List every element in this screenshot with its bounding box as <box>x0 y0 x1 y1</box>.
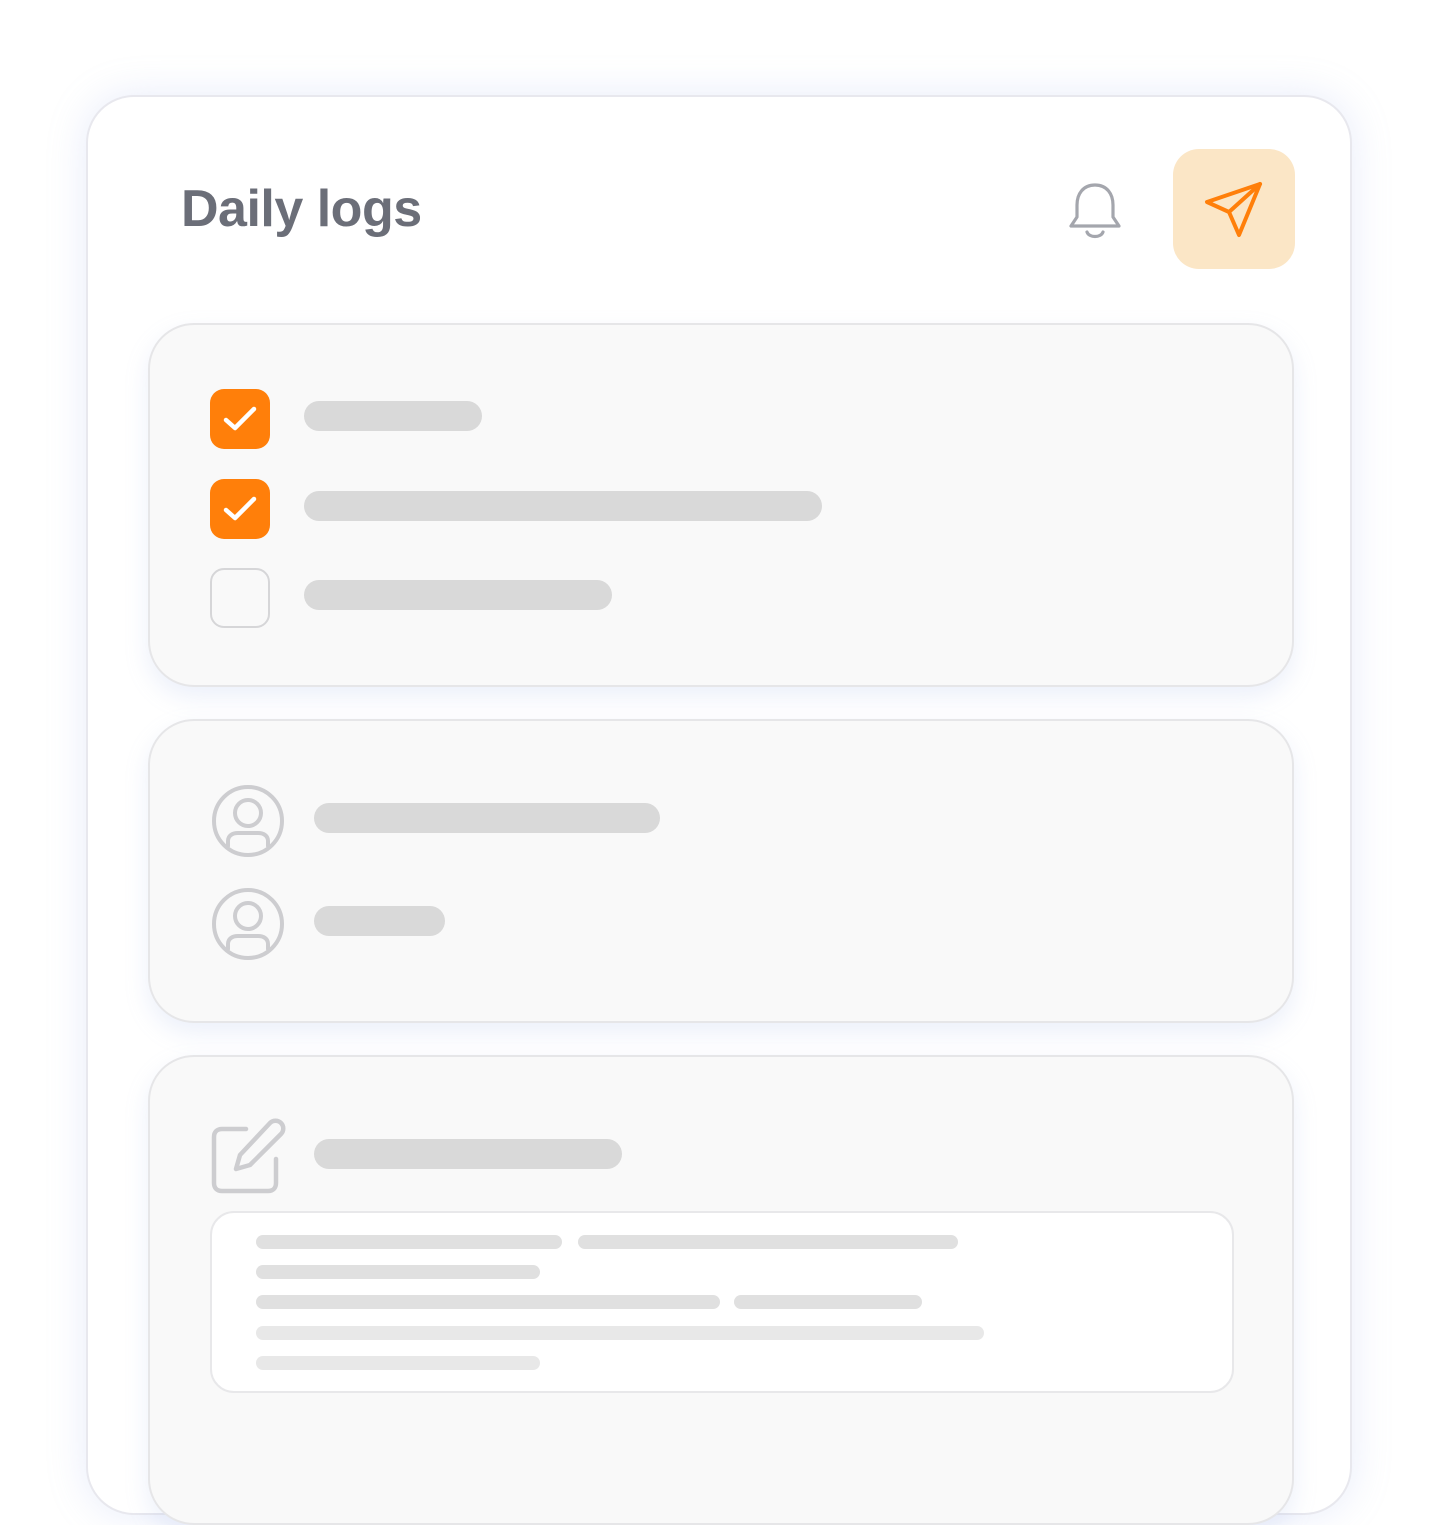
people-card <box>148 719 1294 1023</box>
page-title: Daily logs <box>181 180 422 238</box>
user-circle-icon <box>212 888 284 960</box>
check-icon <box>223 496 257 521</box>
person-name-placeholder <box>314 906 445 936</box>
send-button[interactable] <box>1173 149 1295 269</box>
note-title-placeholder <box>314 1139 622 1169</box>
checklist-item-placeholder <box>304 580 612 610</box>
note-textarea[interactable] <box>210 1211 1234 1393</box>
checklist-item-placeholder <box>304 401 482 431</box>
checkbox-checked[interactable] <box>210 479 270 539</box>
checkbox-checked[interactable] <box>210 389 270 449</box>
text-line-placeholder <box>256 1295 720 1309</box>
person-row[interactable] <box>210 886 286 962</box>
checklist-card <box>148 323 1294 687</box>
text-line-placeholder <box>256 1265 540 1279</box>
user-circle-icon <box>212 785 284 857</box>
text-line-placeholder <box>734 1295 922 1309</box>
text-line-placeholder <box>256 1326 984 1340</box>
daily-logs-panel: Daily logs <box>86 95 1352 1525</box>
bell-icon <box>1069 183 1121 239</box>
notes-card <box>148 1055 1294 1525</box>
checkbox-unchecked[interactable] <box>210 568 270 628</box>
text-line-placeholder <box>256 1235 562 1249</box>
checklist-item-placeholder <box>304 491 822 521</box>
person-row[interactable] <box>210 783 286 859</box>
edit-icon <box>211 1118 286 1194</box>
send-icon <box>1205 182 1262 237</box>
notifications-button[interactable] <box>1063 179 1127 243</box>
text-line-placeholder <box>578 1235 958 1249</box>
person-name-placeholder <box>314 803 660 833</box>
edit-note-button[interactable] <box>210 1117 288 1195</box>
check-icon <box>223 406 257 431</box>
text-line-placeholder <box>256 1356 540 1370</box>
